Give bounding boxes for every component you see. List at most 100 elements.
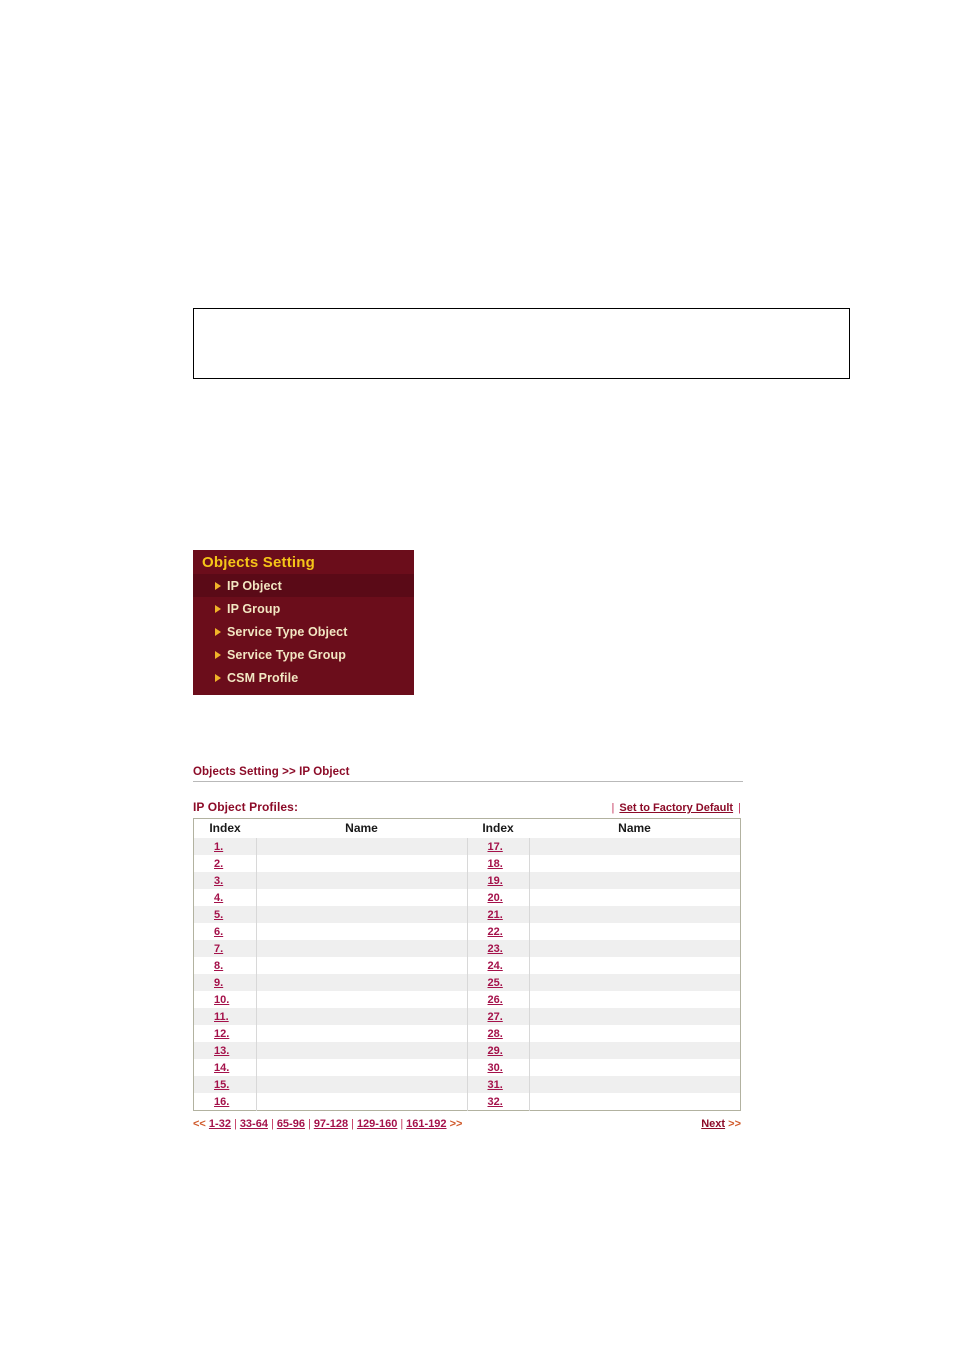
next-page-link[interactable]: Next (701, 1118, 725, 1130)
index-cell-right: 19. (466, 872, 529, 889)
set-to-factory-default: | Set to Factory Default | (609, 802, 743, 814)
index-link[interactable]: 20. (468, 892, 503, 904)
table-row: 13. 29. (193, 1042, 741, 1059)
index-link[interactable]: 24. (468, 960, 503, 972)
column-header-index-left: Index (193, 818, 256, 838)
menu-item-label: IP Object (227, 578, 282, 593)
table-row: 10. 26. (193, 991, 741, 1008)
table-row: 8. 24. (193, 957, 741, 974)
column-header-index-right: Index (467, 818, 529, 838)
table-row: 2. 18. (193, 855, 741, 872)
name-cell-right (528, 991, 741, 1008)
name-cell-left (255, 872, 467, 889)
triangle-right-icon (215, 581, 221, 590)
index-link[interactable]: 13. (194, 1045, 229, 1057)
name-cell-right (528, 855, 741, 872)
pagination-separator: | (351, 1118, 354, 1130)
index-link[interactable]: 17. (468, 841, 503, 853)
pagination: << 1-32 | 33-64 | 65-96 | 97-128 | 129-160 | 161-1… (193, 1118, 741, 1130)
index-cell-right: 21. (466, 906, 529, 923)
pagination-separator: | (307, 1118, 311, 1130)
index-link[interactable]: 11. (194, 1011, 229, 1023)
index-link[interactable]: 16. (194, 1096, 229, 1108)
menu-item-ip-group[interactable]: IP Group (193, 597, 414, 620)
menu-item-csm-profile[interactable]: CSM Profile (193, 666, 414, 689)
name-cell-right (528, 1008, 741, 1025)
index-cell-left: 5. (193, 906, 256, 923)
index-cell-left: 9. (193, 974, 256, 991)
pagination-range-link[interactable]: 97-128 (314, 1118, 348, 1130)
triangle-right-icon (215, 627, 221, 636)
index-cell-right: 18. (466, 855, 529, 872)
menu-item-service-type-object[interactable]: Service Type Object (193, 620, 414, 643)
index-link[interactable]: 12. (194, 1028, 229, 1040)
index-link[interactable]: 27. (468, 1011, 503, 1023)
index-cell-right: 29. (466, 1042, 529, 1059)
index-cell-left: 15. (193, 1076, 256, 1093)
index-cell-left: 3. (193, 872, 256, 889)
next-chevron-icon[interactable]: >> (728, 1118, 741, 1130)
table-row: 1. 17. (193, 838, 741, 855)
pagination-range-link[interactable]: 161-192 (406, 1118, 446, 1130)
name-cell-left (255, 889, 467, 906)
index-link[interactable]: 26. (468, 994, 503, 1006)
table-header-row: Index Name Index Name (193, 818, 741, 838)
pipe-separator-left: | (611, 802, 615, 814)
triangle-right-icon (215, 604, 221, 613)
profiles-header-bar: IP Object Profiles: | Set to Factory Def… (193, 800, 743, 818)
pagination-ranges: << 1-32 | 33-64 | 65-96 | 97-128 | 129-160 | 161-1… (193, 1118, 462, 1130)
index-link[interactable]: 10. (194, 994, 229, 1006)
pagination-range-link[interactable]: 33-64 (240, 1118, 268, 1130)
index-link[interactable]: 9. (194, 977, 223, 989)
index-link[interactable]: 15. (194, 1079, 229, 1091)
index-link[interactable]: 8. (194, 960, 223, 972)
name-cell-left (255, 974, 467, 991)
table-row: 6. 22. (193, 923, 741, 940)
name-cell-left (255, 1008, 467, 1025)
table-row: 4. 20. (193, 889, 741, 906)
index-link[interactable]: 31. (468, 1079, 503, 1091)
index-link[interactable]: 3. (194, 875, 223, 887)
name-cell-left (255, 1025, 467, 1042)
name-cell-left (255, 1042, 467, 1059)
pagination-next-arrow[interactable]: >> (450, 1118, 463, 1130)
name-cell-left (255, 991, 467, 1008)
name-cell-right (528, 906, 741, 923)
objects-setting-menu: Objects Setting IP Object IP Group Servi… (193, 550, 414, 695)
pagination-range-link[interactable]: 1-32 (209, 1118, 231, 1130)
index-link[interactable]: 14. (194, 1062, 229, 1074)
index-cell-left: 12. (193, 1025, 256, 1042)
index-link[interactable]: 19. (468, 875, 503, 887)
index-link[interactable]: 30. (468, 1062, 503, 1074)
name-cell-right (528, 872, 741, 889)
menu-item-ip-object[interactable]: IP Object (193, 574, 414, 597)
index-link[interactable]: 21. (468, 909, 503, 921)
index-cell-left: 16. (193, 1093, 256, 1111)
index-link[interactable]: 6. (194, 926, 223, 938)
index-link[interactable]: 23. (468, 943, 503, 955)
index-cell-right: 22. (466, 923, 529, 940)
index-link[interactable]: 4. (194, 892, 223, 904)
index-cell-right: 23. (466, 940, 529, 957)
pagination-range-link[interactable]: 129-160 (357, 1118, 397, 1130)
menu-item-service-type-group[interactable]: Service Type Group (193, 643, 414, 666)
index-link[interactable]: 29. (468, 1045, 503, 1057)
ip-object-page: Objects Setting >> IP Object IP Object P… (193, 766, 743, 1130)
name-cell-right (528, 889, 741, 906)
table-row: 5. 21. (193, 906, 741, 923)
table-row: 15. 31. (193, 1076, 741, 1093)
index-link[interactable]: 7. (194, 943, 223, 955)
index-link[interactable]: 32. (468, 1096, 503, 1108)
name-cell-left (255, 940, 467, 957)
index-link[interactable]: 5. (194, 909, 223, 921)
index-link[interactable]: 28. (468, 1028, 503, 1040)
pagination-prev-arrow[interactable]: << (193, 1118, 206, 1130)
index-link[interactable]: 2. (194, 858, 223, 870)
index-link[interactable]: 25. (468, 977, 503, 989)
set-to-factory-default-link[interactable]: Set to Factory Default (619, 802, 733, 814)
pagination-range-link[interactable]: 65-96 (277, 1118, 305, 1130)
index-link[interactable]: 22. (468, 926, 503, 938)
name-cell-left (255, 838, 467, 855)
index-link[interactable]: 18. (468, 858, 503, 870)
index-link[interactable]: 1. (194, 841, 223, 853)
